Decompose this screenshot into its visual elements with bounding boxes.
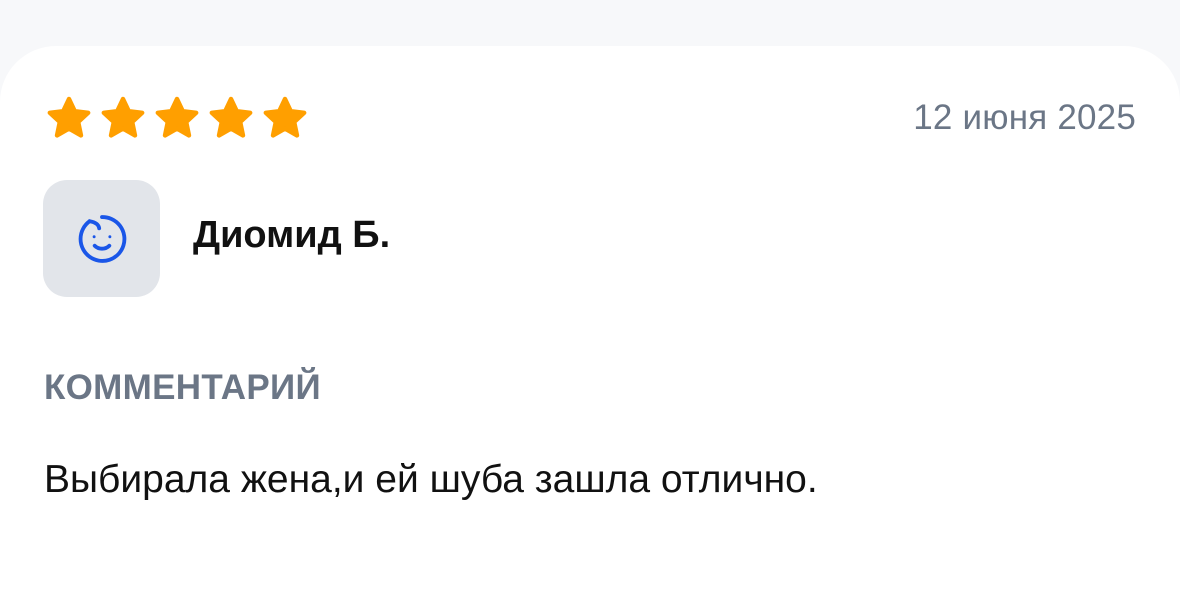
avatar — [43, 180, 160, 297]
comment-label: КОММЕНТАРИЙ — [44, 368, 321, 407]
star-icon — [101, 96, 145, 138]
rating-stars — [44, 96, 310, 142]
author-name: Диомид Б. — [193, 214, 391, 256]
review-date: 12 июня 2025 — [913, 98, 1136, 137]
star-icon — [47, 96, 91, 138]
comment-text: Выбирала жена,и ей шуба зашла отлично. — [44, 458, 818, 501]
star-icon — [209, 96, 253, 138]
star-icon — [263, 96, 307, 138]
star-icon — [155, 96, 199, 138]
smiley-face-icon — [78, 214, 126, 263]
